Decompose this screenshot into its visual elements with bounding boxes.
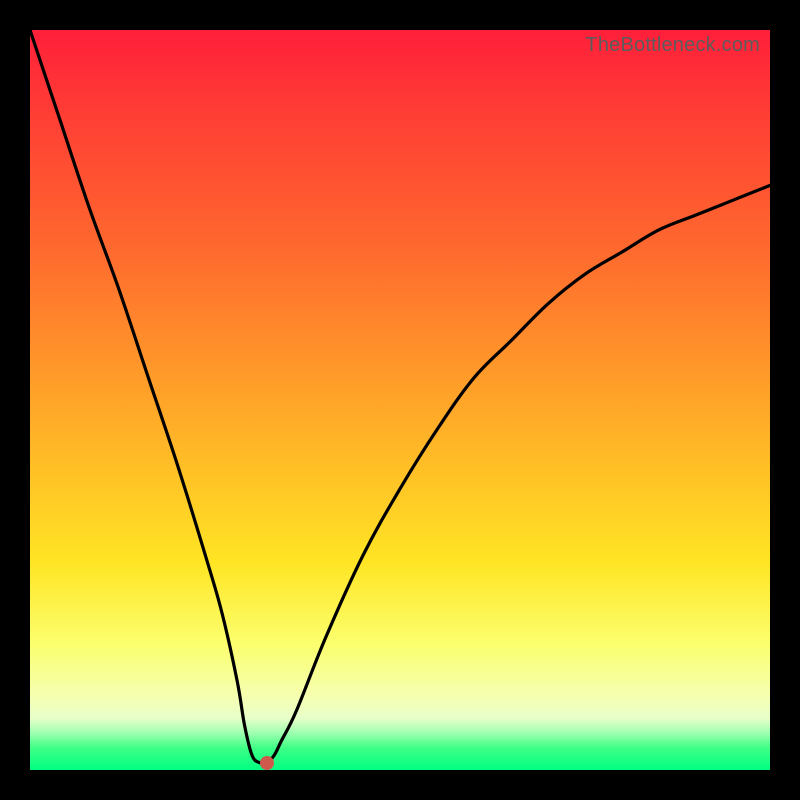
chart-frame: TheBottleneck.com (0, 0, 800, 800)
plot-area: TheBottleneck.com (30, 30, 770, 770)
bottleneck-curve (30, 30, 770, 770)
optimal-point-marker (260, 756, 274, 770)
